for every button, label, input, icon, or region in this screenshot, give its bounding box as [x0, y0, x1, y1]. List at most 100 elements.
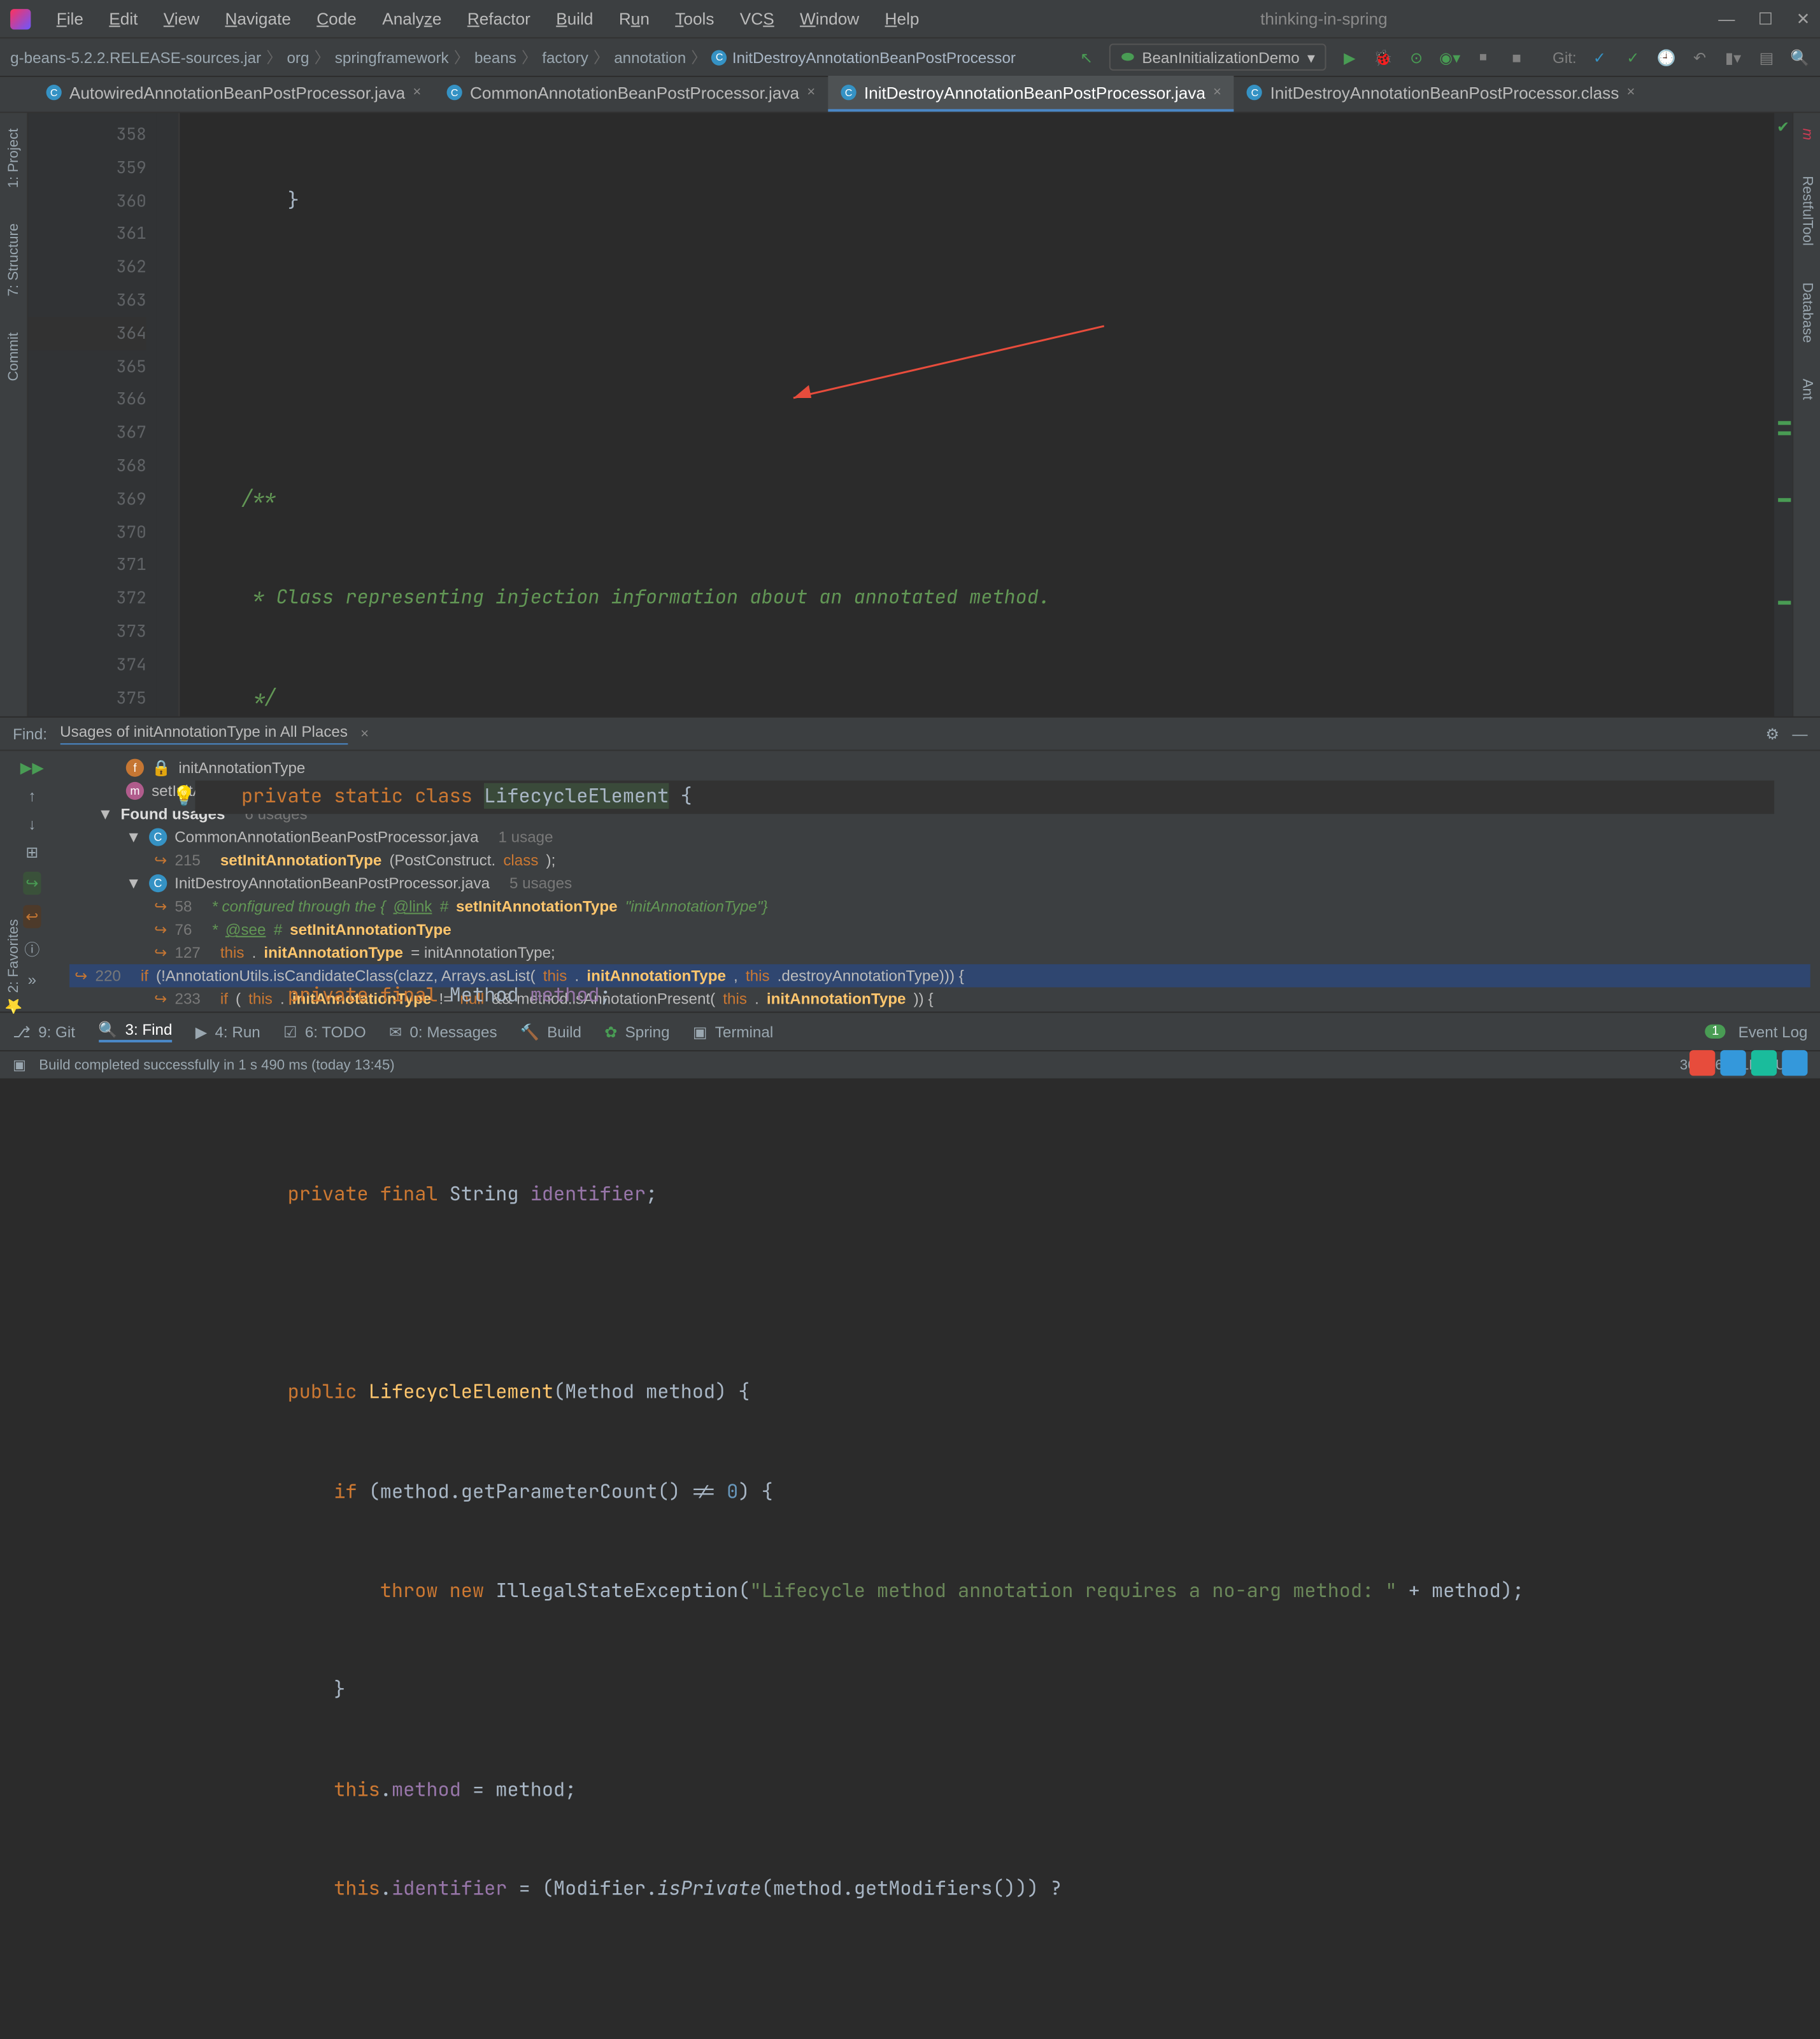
menu-build[interactable]: Build [546, 9, 604, 28]
close-icon[interactable]: × [413, 85, 421, 100]
line-no: 364 [28, 317, 146, 350]
code-line[interactable]: } [195, 1675, 1774, 1708]
code-line[interactable]: 💡 private static class LifecycleElement … [195, 781, 1774, 814]
prev-icon[interactable]: ↑ [28, 787, 36, 805]
code-line[interactable]: private final Method method; [195, 979, 1774, 1012]
menu-refactor[interactable]: Refactor [457, 9, 541, 28]
field-icon: f [126, 758, 144, 776]
line-no: 367 [28, 416, 146, 450]
debug-button[interactable]: 🐞 [1373, 47, 1393, 67]
tray-ime-icon[interactable] [1720, 1050, 1745, 1076]
git-revert-icon[interactable]: ↶ [1689, 47, 1710, 67]
code-line[interactable]: private final String identifier; [195, 1178, 1774, 1211]
code-line[interactable]: */ [195, 681, 1774, 714]
close-icon[interactable]: × [1626, 85, 1635, 100]
editor[interactable]: 358 359 360 361 362 363 364 365 366 367 … [28, 113, 1792, 716]
code-line[interactable]: * Class representing injection informati… [195, 582, 1774, 615]
run-config-selector[interactable]: ⬬BeanInitializationDemo▾ [1109, 44, 1326, 71]
menu-analyze[interactable]: Analyze [372, 9, 452, 28]
tool-commit[interactable]: Commit [3, 328, 24, 387]
git-history-icon[interactable]: 🕘 [1656, 47, 1677, 67]
profile-button[interactable]: ◉▾ [1440, 47, 1460, 67]
btab-find[interactable]: 🔍3: Find [98, 1021, 172, 1042]
menu-tools[interactable]: Tools [665, 9, 724, 28]
git-update-icon[interactable]: ✓ [1589, 47, 1610, 67]
bc-spring[interactable]: springframework [335, 48, 449, 66]
code-line[interactable]: throw new IllegalStateException("Lifecyc… [195, 1575, 1774, 1609]
bc-beans[interactable]: beans [474, 48, 516, 66]
nav-back-icon[interactable]: ↖ [1076, 47, 1097, 67]
code-line[interactable]: if (method.getParameterCount() != 0) { [195, 1476, 1774, 1509]
maximize-button[interactable]: ☐ [1758, 8, 1773, 29]
export-icon[interactable]: ↩ [23, 905, 41, 928]
line-no: 368 [28, 450, 146, 483]
bc-factory[interactable]: factory [542, 48, 588, 66]
tool-project[interactable]: 1: Project [3, 124, 24, 194]
tool-database[interactable]: Database [1796, 277, 1817, 348]
bc-org[interactable]: org [287, 48, 309, 66]
menu-code[interactable]: Code [306, 9, 367, 28]
tab-autowired[interactable]: CAutowiredAnnotationBeanPostProcessor.ja… [33, 76, 434, 111]
menu-navigate[interactable]: Navigate [215, 9, 301, 28]
next-icon[interactable]: ↓ [28, 815, 36, 833]
tool-restful[interactable]: RestfulTool [1796, 171, 1817, 251]
code-line[interactable]: /** [195, 483, 1774, 516]
attach-button[interactable]: ⏹ [1473, 47, 1493, 67]
close-icon[interactable]: × [807, 85, 815, 100]
error-stripe[interactable]: ✔ [1774, 113, 1792, 716]
ide-config-icon[interactable]: ▮▾ [1723, 47, 1743, 67]
group-icon[interactable]: ⊞ [25, 844, 38, 862]
tab-initdestroy-class[interactable]: CInitDestroyAnnotationBeanPostProcessor.… [1234, 76, 1647, 111]
fold-column[interactable] [157, 113, 180, 716]
menu-file[interactable]: File [46, 9, 94, 28]
menu-vcs[interactable]: VCS [730, 9, 785, 28]
tab-initdestroy-java[interactable]: CInitDestroyAnnotationBeanPostProcessor.… [828, 76, 1234, 111]
toggle-toolwindows-icon[interactable]: ▣ [13, 1056, 26, 1073]
import-icon[interactable]: ↪ [23, 872, 41, 895]
editor-tabbar: CAutowiredAnnotationBeanPostProcessor.ja… [0, 77, 1820, 113]
stop-button[interactable]: ■ [1506, 47, 1526, 67]
git-commit-icon[interactable]: ✓ [1623, 47, 1643, 67]
line-no: 361 [28, 217, 146, 250]
menu-help[interactable]: Help [874, 9, 929, 28]
rerun-icon[interactable]: ▶▶ [20, 758, 44, 776]
menu-view[interactable]: View [153, 9, 210, 28]
tray-app-icon[interactable] [1782, 1050, 1807, 1076]
bc-annotation[interactable]: annotation [614, 48, 686, 66]
tool-structure[interactable]: 7: Structure [3, 219, 24, 302]
close-button[interactable]: ✕ [1796, 8, 1810, 29]
coverage-button[interactable]: ⊙ [1406, 47, 1426, 67]
ide-settings-icon[interactable]: ▤ [1756, 47, 1777, 67]
code-area[interactable]: } /** * Class representing injection inf… [180, 113, 1774, 716]
run-config-label: BeanInitializationDemo [1142, 48, 1299, 66]
minimize-icon[interactable]: — [1792, 725, 1807, 742]
menu-run[interactable]: Run [609, 9, 660, 28]
breadcrumb[interactable]: g-beans-5.2.2.RELEASE-sources.jar〉 org〉 … [10, 46, 1076, 68]
code-line[interactable]: this.identifier = (Modifier.isPrivate(me… [195, 1873, 1774, 1907]
line-no: 359 [28, 151, 146, 184]
menu-window[interactable]: Window [790, 9, 869, 28]
info-icon[interactable]: ⓘ [24, 939, 39, 960]
search-everywhere-icon[interactable]: 🔍 [1789, 47, 1810, 67]
bc-class[interactable]: InitDestroyAnnotationBeanPostProcessor [732, 48, 1016, 66]
minimize-button[interactable]: — [1718, 8, 1735, 29]
tool-maven[interactable]: m [1796, 124, 1817, 146]
bc-jar[interactable]: g-beans-5.2.2.RELEASE-sources.jar [10, 48, 261, 66]
tab-common[interactable]: CCommonAnnotationBeanPostProcessor.java× [434, 76, 828, 111]
menu-edit[interactable]: Edit [99, 9, 148, 28]
code-line[interactable]: } [195, 184, 1774, 217]
run-button[interactable]: ▶ [1339, 47, 1360, 67]
close-icon[interactable]: × [1213, 85, 1221, 100]
intention-bulb-icon[interactable]: 💡 [172, 781, 196, 814]
tray-sogou-icon[interactable] [1689, 1050, 1715, 1076]
tray-app-icon[interactable] [1751, 1050, 1777, 1076]
code-line[interactable]: this.method = method; [195, 1774, 1774, 1807]
btab-git[interactable]: ⎇9: Git [13, 1023, 75, 1041]
code-line[interactable]: public LifecycleElement(Method method) { [195, 1377, 1774, 1410]
line-no: 358 [28, 118, 146, 151]
tool-ant[interactable]: Ant [1796, 373, 1817, 404]
more-icon[interactable]: » [28, 970, 36, 988]
line-no: 373 [28, 615, 146, 648]
favorites-tool[interactable]: ⭐ 2: Favorites [5, 920, 22, 1014]
inspection-ok-icon[interactable]: ✔ [1777, 118, 1789, 136]
